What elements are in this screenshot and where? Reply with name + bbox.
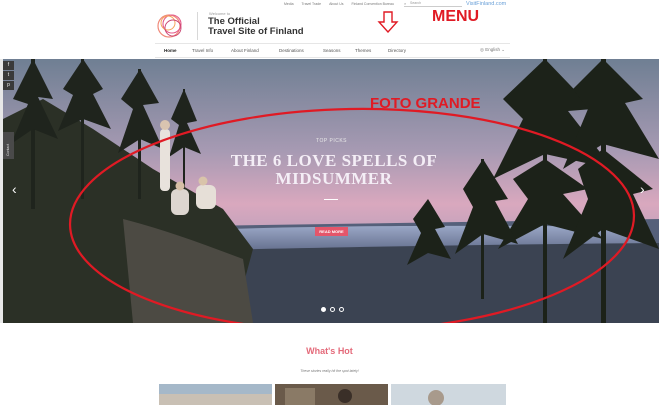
story-thumbnail-1[interactable] — [159, 384, 272, 405]
site-header: Welcome to The Official Travel Site of F… — [0, 0, 659, 58]
contact-side-tab-label: Contact — [6, 143, 10, 156]
globe-icon: ◎ — [480, 47, 484, 52]
chevron-down-icon: ⌄ — [501, 47, 506, 52]
whats-hot-subtitle: These stories really hit the spot lately… — [300, 369, 359, 373]
nav-item-themes[interactable]: Themes — [355, 48, 371, 53]
utility-link-about-us[interactable]: About Us — [329, 2, 343, 6]
facebook-icon[interactable]: f — [3, 61, 14, 70]
search-placeholder: Search — [410, 1, 422, 5]
utility-link-convention-bureau[interactable]: Finland Convention Bureau — [351, 2, 393, 6]
read-more-button[interactable]: READ MORE — [315, 227, 348, 236]
carousel-dot-1[interactable] — [321, 307, 326, 312]
carousel-dots — [321, 307, 344, 312]
site-title-line2: Travel Site of Finland — [208, 26, 304, 37]
whats-hot-title: What's Hot — [306, 346, 353, 356]
nav-item-home[interactable]: Home — [164, 48, 177, 53]
menu-annotation: MENU — [432, 8, 480, 25]
story-thumbnail-3[interactable] — [391, 384, 506, 405]
language-selector[interactable]: ◎ English ⌄ — [480, 47, 505, 53]
chevron-right-icon[interactable]: › — [640, 181, 645, 197]
site-title[interactable]: The Official Travel Site of Finland — [208, 17, 318, 37]
hero-carousel[interactable]: f t p Contact FOTO GRANDE TOP PICKS THE … — [3, 59, 659, 323]
utility-links: Media Travel Trade About Us Finland Conv… — [284, 2, 394, 6]
twitter-icon[interactable]: t — [3, 71, 14, 80]
language-label: English — [485, 47, 500, 52]
story-thumbnail-2[interactable] — [275, 384, 388, 405]
nav-item-travel-info[interactable]: Travel Info — [192, 48, 213, 53]
nav-item-about-finland[interactable]: About Finland — [231, 48, 259, 53]
whats-hot-thumbnails — [159, 384, 506, 405]
social-share-bar: f t p — [3, 61, 14, 91]
nav-item-directory[interactable]: Directory — [388, 48, 406, 53]
chevron-left-icon[interactable]: ‹ — [12, 181, 17, 197]
utility-link-travel-trade[interactable]: Travel Trade — [302, 2, 322, 6]
utility-link-media[interactable]: Media — [284, 2, 294, 6]
foto-grande-annotation: FOTO GRANDE — [370, 95, 481, 112]
carousel-dot-2[interactable] — [330, 307, 335, 312]
nav-item-seasons[interactable]: Seasons — [323, 48, 341, 53]
hero-photo — [3, 59, 659, 323]
main-nav: Home Travel Info About Finland Destinati… — [155, 43, 510, 58]
search-icon[interactable]: ⌕ — [404, 1, 406, 6]
hero-divider — [324, 199, 338, 200]
logo-divider — [197, 12, 198, 40]
hero-title[interactable]: THE 6 LOVE SPELLS OF MIDSUMMER — [219, 152, 449, 188]
search-input[interactable]: ⌕ Search — [404, 1, 462, 7]
down-arrow-annotation-icon — [377, 11, 399, 33]
visitfinland-link[interactable]: VisitFinland.com — [466, 1, 506, 7]
contact-side-tab[interactable]: Contact — [3, 132, 14, 159]
visit-finland-logo[interactable] — [155, 10, 187, 40]
pinterest-icon[interactable]: p — [3, 81, 14, 90]
page: Welcome to The Official Travel Site of F… — [0, 0, 659, 405]
carousel-dot-3[interactable] — [339, 307, 344, 312]
hero-kicker: TOP PICKS — [316, 138, 347, 144]
nav-item-destinations[interactable]: Destinations — [279, 48, 304, 53]
